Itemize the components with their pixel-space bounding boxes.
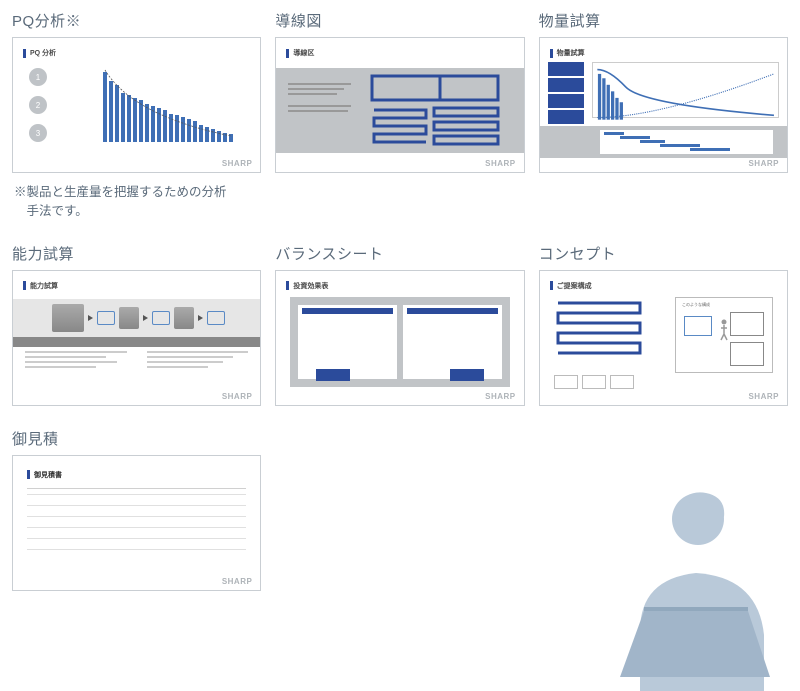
step-1: 1 [29, 68, 47, 86]
thumb-title: ご提案構成 [550, 281, 592, 291]
estimate-lines [27, 494, 246, 560]
card-title: 能力試算 [12, 243, 261, 264]
card-title: 御見積 [12, 428, 261, 449]
cart-icon [97, 311, 115, 325]
capacity-flow-diagram [37, 303, 240, 333]
card-capacity-calc: 能力試算 能力試算 SHARP [12, 243, 261, 406]
arrow-icon [198, 315, 203, 321]
step-3: 3 [29, 124, 47, 142]
table-left [298, 305, 397, 379]
card-thumbnail[interactable]: ご提案構成 このような構成 SHARP [539, 270, 788, 406]
thumb-title: PQ 分析 [23, 48, 56, 58]
card-title: PQ分析※ [12, 10, 261, 31]
person-laptop-icon [566, 461, 796, 691]
thumb-title: 能力試算 [23, 281, 58, 291]
cart-icon [152, 311, 170, 325]
card-title: 導線図 [275, 10, 524, 31]
card-thumbnail[interactable]: 投資効果表 SHARP [275, 270, 524, 406]
flowline-text [288, 83, 358, 115]
card-thumbnail[interactable]: 導線区 SHARP [275, 37, 524, 173]
brand-logo: SHARP [748, 159, 779, 168]
concept-detail-box: このような構成 [675, 297, 773, 373]
card-flowline: 導線図 導線区 SHARP [275, 10, 524, 221]
card-balance-sheet: バランスシート 投資効果表 SHARP [275, 243, 524, 406]
volume-labels [548, 62, 584, 124]
card-concept: コンセプト ご提案構成 このような構成 SHA [539, 243, 788, 406]
concept-route-icon [554, 299, 644, 355]
brand-logo: SHARP [485, 159, 516, 168]
brand-logo: SHARP [222, 159, 253, 168]
machine-icon [52, 304, 84, 332]
card-thumbnail[interactable]: PQ 分析 1 2 3 SHARP [12, 37, 261, 173]
machine-icon [174, 307, 194, 329]
card-thumbnail[interactable]: 御見積書 SHARP [12, 455, 261, 591]
card-volume-calc: 物量試算 物量試算 [539, 10, 788, 221]
brand-logo: SHARP [222, 392, 253, 401]
card-thumbnail[interactable]: 物量試算 [539, 37, 788, 173]
thumb-title: 投資効果表 [286, 281, 328, 291]
step-2: 2 [29, 96, 47, 114]
arrow-icon [143, 315, 148, 321]
thumb-title: 御見積書 [27, 470, 62, 480]
thumb-title: 物量試算 [550, 48, 585, 58]
cart-icon [207, 311, 225, 325]
volume-gantt [600, 130, 773, 154]
card-title: 物量試算 [539, 10, 788, 31]
pq-footnote: ※製品と生産量を把握するための分析 手法です。 [12, 183, 261, 221]
balance-buttons [316, 369, 483, 381]
brand-logo: SHARP [748, 392, 779, 401]
machine-icon [119, 307, 139, 329]
pq-step-circles: 1 2 3 [29, 68, 47, 142]
flowline-diagram-icon [370, 74, 500, 146]
concept-bottom-boxes [554, 375, 634, 389]
arrow-icon [88, 315, 93, 321]
card-estimate: 御見積 御見積書 SHARP [12, 428, 261, 591]
volume-chart [592, 62, 779, 118]
capacity-text [25, 351, 248, 371]
table-right [403, 305, 502, 379]
thumb-title: 導線区 [286, 48, 314, 58]
card-title: コンセプト [539, 243, 788, 264]
brand-logo: SHARP [485, 392, 516, 401]
pq-pareto-curve [103, 66, 233, 142]
card-pq-analysis: PQ分析※ PQ 分析 1 2 3 SHARP ※製品と生産量を把握するための分… [12, 10, 261, 221]
card-title: バランスシート [275, 243, 524, 264]
card-thumbnail[interactable]: 能力試算 SHARP [12, 270, 261, 406]
brand-logo: SHARP [222, 577, 253, 586]
